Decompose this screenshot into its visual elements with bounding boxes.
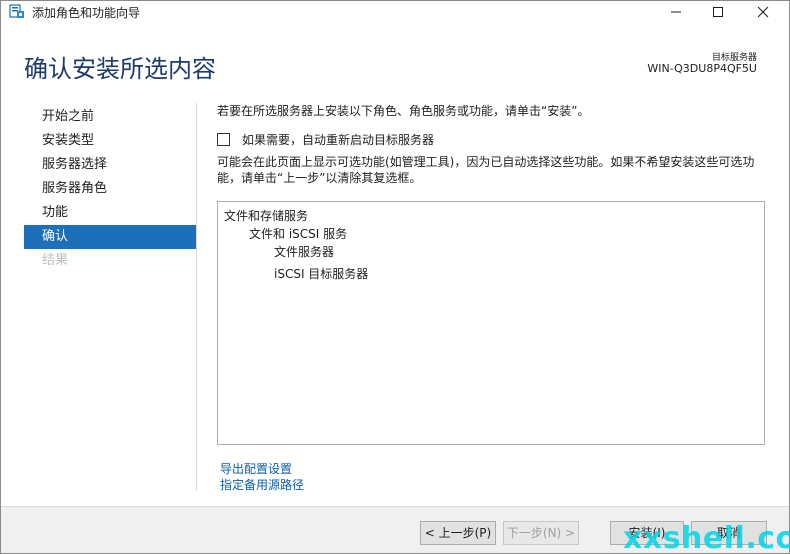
previous-button[interactable]: < 上一步(P): [420, 521, 496, 545]
wizard-window: 添加角色和功能向导 确认安装所选内容 目标服务器 WIN-Q3DU8P4QF5U…: [0, 0, 790, 554]
close-icon: [757, 6, 769, 18]
window-title: 添加角色和功能向导: [32, 6, 141, 20]
nav-divider: [196, 103, 197, 491]
maximize-icon: [713, 7, 723, 17]
nav-item-installation-type[interactable]: 安装类型: [24, 129, 196, 153]
optional-features-note: 可能会在此页面上显示可选功能(如管理工具)，因为已自动选择这些功能。如果不希望安…: [217, 155, 755, 185]
feature-iscsi-target-server: iSCSI 目标服务器: [274, 267, 369, 281]
feature-file-iscsi-services: 文件和 iSCSI 服务: [249, 227, 348, 241]
nav-item-before-you-begin[interactable]: 开始之前: [24, 105, 196, 129]
export-config-link[interactable]: 导出配置设置: [220, 460, 292, 477]
page-title: 确认安装所选内容: [24, 55, 216, 83]
nav-item-results: 结果: [42, 253, 69, 268]
nav-item-confirmation[interactable]: 确认: [24, 225, 196, 249]
maximize-button[interactable]: [700, 1, 736, 23]
restart-label[interactable]: 如果需要，自动重新启动目标服务器: [242, 131, 434, 148]
next-button: 下一步(N) >: [503, 521, 579, 545]
feature-file-storage-services: 文件和存储服务: [224, 209, 309, 223]
close-button[interactable]: [745, 1, 781, 23]
feature-file-server: 文件服务器: [274, 245, 335, 259]
selected-features-list[interactable]: 文件和存储服务 文件和 iSCSI 服务 文件服务器 iSCSI 目标服务器: [217, 201, 765, 445]
minimize-icon: [671, 11, 681, 13]
wizard-nav: 开始之前 安装类型 服务器选择 服务器角色 功能 确认 结果: [24, 105, 196, 273]
nav-item-features[interactable]: 功能: [24, 201, 196, 225]
nav-item-server-selection[interactable]: 服务器选择: [24, 153, 196, 177]
server-manager-icon: [9, 4, 25, 19]
alternate-source-link[interactable]: 指定备用源路径: [220, 476, 304, 493]
title-bar[interactable]: 添加角色和功能向导: [1, 1, 789, 23]
restart-checkbox[interactable]: [217, 133, 230, 146]
nav-item-server-roles[interactable]: 服务器角色: [24, 177, 196, 201]
minimize-button[interactable]: [658, 1, 694, 23]
destination-server-name: WIN-Q3DU8P4QF5U: [647, 62, 757, 75]
site-watermark: xxshell.com: [623, 521, 790, 554]
restart-option[interactable]: 如果需要，自动重新启动目标服务器: [217, 131, 434, 148]
intro-text: 若要在所选服务器上安装以下角色、角色服务或功能，请单击“安装”。: [217, 104, 590, 118]
